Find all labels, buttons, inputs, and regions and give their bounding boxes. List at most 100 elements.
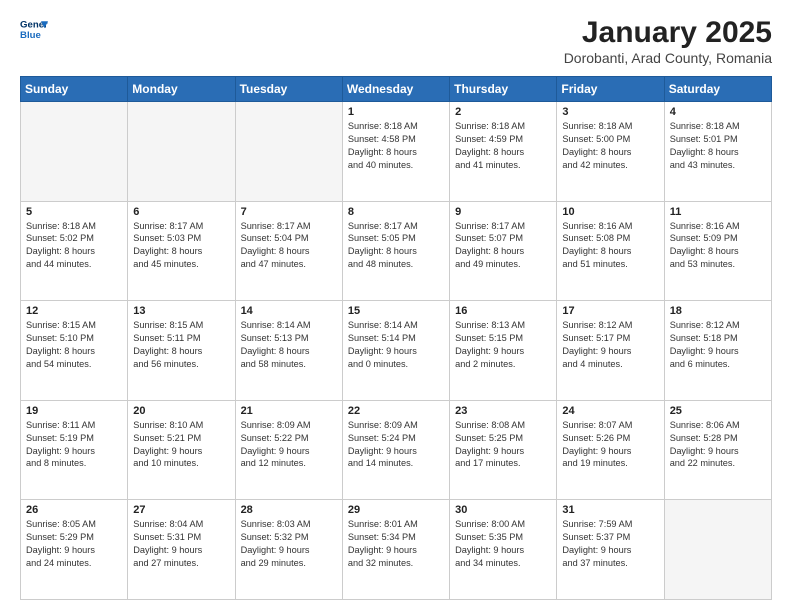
day-number: 30 <box>455 504 551 516</box>
day-info: Sunrise: 8:09 AM Sunset: 5:24 PM Dayligh… <box>348 419 444 471</box>
day-number: 29 <box>348 504 444 516</box>
table-row: 12 Sunrise: 8:15 AM Sunset: 5:10 PM Dayli… <box>21 301 128 401</box>
day-number: 3 <box>562 106 658 118</box>
day-number: 7 <box>241 206 337 218</box>
table-row <box>235 102 342 202</box>
week-row-3: 19 Sunrise: 8:11 AM Sunset: 5:19 PM Dayli… <box>21 400 772 500</box>
title-block: January 2025 Dorobanti, Arad County, Rom… <box>564 16 772 66</box>
table-row: 11Sunrise: 8:16 AM Sunset: 5:09 PM Dayli… <box>664 201 771 301</box>
table-row: 25 Sunrise: 8:06 AM Sunset: 5:28 PM Dayli… <box>664 400 771 500</box>
day-info: Sunrise: 8:08 AM Sunset: 5:25 PM Dayligh… <box>455 419 551 471</box>
day-info: Sunrise: 8:17 AM Sunset: 5:07 PM Dayligh… <box>455 220 551 272</box>
table-row: 1 Sunrise: 8:18 AM Sunset: 4:58 PM Daylig… <box>342 102 449 202</box>
weekday-header-row: Sunday Monday Tuesday Wednesday Thursday… <box>21 77 772 102</box>
week-row-2: 12 Sunrise: 8:15 AM Sunset: 5:10 PM Dayli… <box>21 301 772 401</box>
logo-icon: General Blue <box>20 16 48 44</box>
table-row: 29 Sunrise: 8:01 AM Sunset: 5:34 PM Dayli… <box>342 500 449 600</box>
day-number: 11 <box>670 206 766 218</box>
day-number: 20 <box>133 405 229 417</box>
table-row: 23 Sunrise: 8:08 AM Sunset: 5:25 PM Dayli… <box>450 400 557 500</box>
table-row: 8 Sunrise: 8:17 AM Sunset: 5:05 PM Daylig… <box>342 201 449 301</box>
day-number: 27 <box>133 504 229 516</box>
day-info: Sunrise: 8:00 AM Sunset: 5:35 PM Dayligh… <box>455 518 551 570</box>
day-info: Sunrise: 8:17 AM Sunset: 5:03 PM Dayligh… <box>133 220 229 272</box>
table-row: 6 Sunrise: 8:17 AM Sunset: 5:03 PM Daylig… <box>128 201 235 301</box>
day-info: Sunrise: 8:16 AM Sunset: 5:08 PM Dayligh… <box>562 220 658 272</box>
table-row: 26Sunrise: 8:05 AM Sunset: 5:29 PM Dayli… <box>21 500 128 600</box>
day-info: Sunrise: 8:04 AM Sunset: 5:31 PM Dayligh… <box>133 518 229 570</box>
svg-text:Blue: Blue <box>20 30 41 41</box>
day-number: 18 <box>670 305 766 317</box>
day-number: 28 <box>241 504 337 516</box>
day-number: 10 <box>562 206 658 218</box>
day-info: Sunrise: 8:18 AM Sunset: 5:01 PM Dayligh… <box>670 120 766 172</box>
header-wednesday: Wednesday <box>342 77 449 102</box>
table-row: 31Sunrise: 7:59 AM Sunset: 5:37 PM Dayli… <box>557 500 664 600</box>
day-number: 12 <box>26 305 122 317</box>
day-number: 1 <box>348 106 444 118</box>
day-number: 4 <box>670 106 766 118</box>
day-info: Sunrise: 8:17 AM Sunset: 5:04 PM Dayligh… <box>241 220 337 272</box>
week-row-1: 5Sunrise: 8:18 AM Sunset: 5:02 PM Daylig… <box>21 201 772 301</box>
day-info: Sunrise: 8:03 AM Sunset: 5:32 PM Dayligh… <box>241 518 337 570</box>
day-info: Sunrise: 8:15 AM Sunset: 5:11 PM Dayligh… <box>133 319 229 371</box>
table-row <box>128 102 235 202</box>
table-row: 30 Sunrise: 8:00 AM Sunset: 5:35 PM Dayli… <box>450 500 557 600</box>
day-info: Sunrise: 8:18 AM Sunset: 4:58 PM Dayligh… <box>348 120 444 172</box>
header: General Blue January 2025 Dorobanti, Ara… <box>20 16 772 66</box>
day-info: Sunrise: 8:15 AM Sunset: 5:10 PM Dayligh… <box>26 319 122 371</box>
header-saturday: Saturday <box>664 77 771 102</box>
day-number: 21 <box>241 405 337 417</box>
day-info: Sunrise: 8:07 AM Sunset: 5:26 PM Dayligh… <box>562 419 658 471</box>
day-info: Sunrise: 8:17 AM Sunset: 5:05 PM Dayligh… <box>348 220 444 272</box>
day-info: Sunrise: 8:14 AM Sunset: 5:14 PM Dayligh… <box>348 319 444 371</box>
day-number: 14 <box>241 305 337 317</box>
table-row: 14 Sunrise: 8:14 AM Sunset: 5:13 PM Dayli… <box>235 301 342 401</box>
day-number: 5 <box>26 206 122 218</box>
day-info: Sunrise: 8:14 AM Sunset: 5:13 PM Dayligh… <box>241 319 337 371</box>
header-monday: Monday <box>128 77 235 102</box>
day-number: 25 <box>670 405 766 417</box>
day-info: Sunrise: 8:11 AM Sunset: 5:19 PM Dayligh… <box>26 419 122 471</box>
table-row: 15 Sunrise: 8:14 AM Sunset: 5:14 PM Dayli… <box>342 301 449 401</box>
header-tuesday: Tuesday <box>235 77 342 102</box>
day-info: Sunrise: 8:13 AM Sunset: 5:15 PM Dayligh… <box>455 319 551 371</box>
calendar-title: January 2025 <box>564 16 772 50</box>
table-row: 18 Sunrise: 8:12 AM Sunset: 5:18 PM Dayli… <box>664 301 771 401</box>
day-info: Sunrise: 8:12 AM Sunset: 5:17 PM Dayligh… <box>562 319 658 371</box>
day-info: Sunrise: 8:12 AM Sunset: 5:18 PM Dayligh… <box>670 319 766 371</box>
table-row: 10 Sunrise: 8:16 AM Sunset: 5:08 PM Dayli… <box>557 201 664 301</box>
page: General Blue January 2025 Dorobanti, Ara… <box>0 0 792 612</box>
day-number: 23 <box>455 405 551 417</box>
table-row: 9 Sunrise: 8:17 AM Sunset: 5:07 PM Daylig… <box>450 201 557 301</box>
day-number: 9 <box>455 206 551 218</box>
table-row: 20Sunrise: 8:10 AM Sunset: 5:21 PM Dayli… <box>128 400 235 500</box>
table-row: 28 Sunrise: 8:03 AM Sunset: 5:32 PM Dayli… <box>235 500 342 600</box>
table-row: 19 Sunrise: 8:11 AM Sunset: 5:19 PM Dayli… <box>21 400 128 500</box>
table-row: 16 Sunrise: 8:13 AM Sunset: 5:15 PM Dayli… <box>450 301 557 401</box>
table-row: 2Sunrise: 8:18 AM Sunset: 4:59 PM Daylig… <box>450 102 557 202</box>
header-thursday: Thursday <box>450 77 557 102</box>
day-info: Sunrise: 8:18 AM Sunset: 5:00 PM Dayligh… <box>562 120 658 172</box>
calendar-table: Sunday Monday Tuesday Wednesday Thursday… <box>20 76 772 600</box>
calendar-subtitle: Dorobanti, Arad County, Romania <box>564 50 772 66</box>
table-row: 21 Sunrise: 8:09 AM Sunset: 5:22 PM Dayli… <box>235 400 342 500</box>
day-number: 26 <box>26 504 122 516</box>
day-number: 15 <box>348 305 444 317</box>
header-sunday: Sunday <box>21 77 128 102</box>
day-info: Sunrise: 8:01 AM Sunset: 5:34 PM Dayligh… <box>348 518 444 570</box>
table-row <box>664 500 771 600</box>
day-number: 8 <box>348 206 444 218</box>
week-row-4: 26Sunrise: 8:05 AM Sunset: 5:29 PM Dayli… <box>21 500 772 600</box>
day-number: 31 <box>562 504 658 516</box>
day-info: Sunrise: 8:06 AM Sunset: 5:28 PM Dayligh… <box>670 419 766 471</box>
day-number: 16 <box>455 305 551 317</box>
table-row <box>21 102 128 202</box>
header-friday: Friday <box>557 77 664 102</box>
day-number: 19 <box>26 405 122 417</box>
table-row: 24Sunrise: 8:07 AM Sunset: 5:26 PM Dayli… <box>557 400 664 500</box>
day-number: 6 <box>133 206 229 218</box>
day-number: 17 <box>562 305 658 317</box>
table-row: 17 Sunrise: 8:12 AM Sunset: 5:17 PM Dayli… <box>557 301 664 401</box>
day-info: Sunrise: 8:09 AM Sunset: 5:22 PM Dayligh… <box>241 419 337 471</box>
